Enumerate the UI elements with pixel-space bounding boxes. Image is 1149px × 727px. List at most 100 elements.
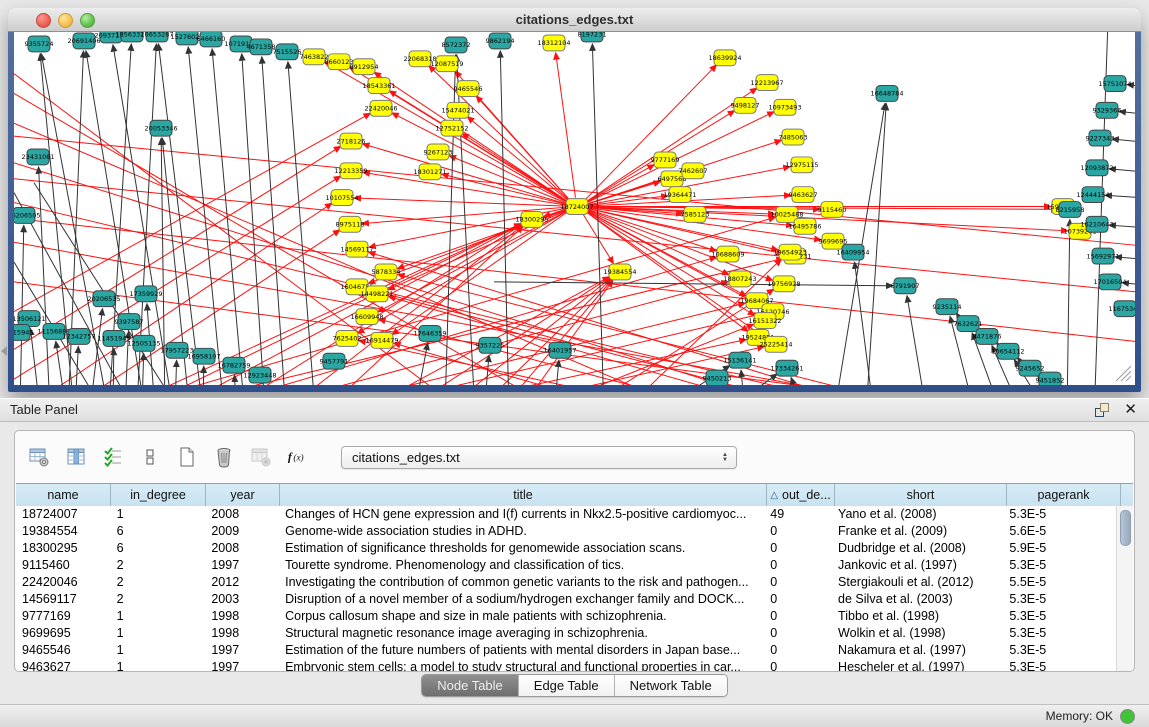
graph-node[interactable]: 12444154	[1076, 187, 1109, 203]
table-cell[interactable]: Investigating the contribution of common…	[279, 574, 764, 591]
table-cell[interactable]: 5.3E-5	[1003, 557, 1117, 574]
table-cell[interactable]: Changes of HCN gene expression and I(f) …	[279, 506, 764, 523]
graph-node[interactable]: 9235114	[933, 299, 962, 315]
table-cell[interactable]: 1997	[205, 642, 279, 659]
graph-node[interactable]: 9267123	[424, 144, 453, 160]
column-visibility-icon[interactable]	[64, 445, 88, 469]
scrollbar-thumb[interactable]	[1120, 510, 1131, 546]
function-builder-icon[interactable]: f(x)	[286, 445, 310, 469]
table-cell[interactable]: 1	[111, 659, 206, 671]
memory-status-indicator[interactable]	[1120, 709, 1135, 724]
close-panel-icon[interactable]: ✕	[1124, 400, 1137, 418]
graph-node[interactable]: 17334261	[770, 360, 803, 376]
collapse-panel-handle[interactable]	[1, 346, 7, 356]
table-cell[interactable]: Embryonic stem cells: a model to study s…	[279, 659, 764, 671]
table-cell[interactable]: 2009	[205, 523, 279, 540]
table-row[interactable]: 1872400712008Changes of HCN gene express…	[16, 506, 1117, 523]
graph-node[interactable]: 9498127	[731, 97, 760, 113]
graph-node[interactable]: 10688609	[711, 246, 744, 262]
window-titlebar[interactable]: citations_edges.txt	[8, 8, 1141, 32]
table-cell[interactable]: 18724007	[16, 506, 111, 523]
graph-node[interactable]: 9397587	[115, 314, 144, 330]
table-cell[interactable]: 2012	[205, 574, 279, 591]
table-row[interactable]: 977716911998Corpus callosum shape and si…	[16, 608, 1117, 625]
table-cell[interactable]: Disruption of a novel member of a sodium…	[279, 591, 764, 608]
table-row[interactable]: 1830029562008Estimation of significance …	[16, 540, 1117, 557]
table-cell[interactable]: 9465546	[16, 642, 111, 659]
table-cell[interactable]: 9699695	[16, 625, 111, 642]
table-row[interactable]: 1938455462009Genome-wide association stu…	[16, 523, 1117, 540]
graph-node[interactable]: 7515526	[273, 44, 302, 60]
table-cell[interactable]: 2	[111, 591, 206, 608]
table-cell[interactable]: 1997	[205, 557, 279, 574]
graph-node[interactable]: 11451945	[97, 330, 130, 346]
graph-node[interactable]: 15692971	[1086, 248, 1119, 264]
column-header-name[interactable]: name	[16, 484, 111, 506]
graph-node[interactable]: 6791907	[891, 278, 920, 294]
table-cell[interactable]: 0	[764, 523, 832, 540]
table-row[interactable]: 1456911722003Disruption of a novel membe…	[16, 591, 1117, 608]
graph-node[interactable]: 9329366	[1093, 102, 1122, 118]
graph-node[interactable]: 9451852	[1036, 372, 1065, 385]
graph-node[interactable]: 7625402	[333, 330, 362, 346]
column-header-out_de[interactable]: △out_de...	[767, 484, 835, 506]
table-cell[interactable]: 49	[764, 506, 832, 523]
table-cell[interactable]: 0	[764, 591, 832, 608]
tab-network-table[interactable]: Network Table	[615, 675, 727, 696]
column-header-in_degree[interactable]: in_degree	[111, 484, 206, 506]
table-cell[interactable]: 5.3E-5	[1003, 506, 1117, 523]
float-panel-icon[interactable]	[1095, 403, 1109, 417]
delete-table-icon[interactable]	[249, 445, 273, 469]
graph-node[interactable]: 11675341	[1108, 301, 1135, 317]
graph-node[interactable]: 9777169	[651, 152, 680, 168]
table-cell[interactable]: 0	[764, 540, 832, 557]
table-cell[interactable]: 1997	[205, 659, 279, 671]
graph-node[interactable]: 8471876	[973, 328, 1002, 344]
table-cell[interactable]: Structural magnetic resonance image aver…	[279, 625, 764, 642]
network-canvas[interactable]: 1872400718300295193845547463822866012389…	[14, 32, 1135, 385]
graph-node[interactable]: 7485063	[779, 129, 808, 145]
table-row[interactable]: 2242004622012Investigating the contribut…	[16, 574, 1117, 591]
graph-node[interactable]: 12093872	[1080, 160, 1113, 176]
table-cell[interactable]: 1	[111, 608, 206, 625]
create-column-icon[interactable]	[175, 445, 199, 469]
graph-node[interactable]: 12213967	[750, 75, 783, 91]
table-cell[interactable]: 1998	[205, 608, 279, 625]
table-cell[interactable]: Stergiakouli et al. (2012)	[832, 574, 1003, 591]
graph-node[interactable]: 9227343	[1086, 130, 1115, 146]
delete-columns-icon[interactable]	[212, 445, 236, 469]
table-cell[interactable]: 18300295	[16, 540, 111, 557]
graph-node[interactable]: 12505135	[127, 335, 160, 351]
table-cell[interactable]: 2008	[205, 540, 279, 557]
graph-node[interactable]: 6466160	[197, 32, 226, 47]
graph-node[interactable]: 10973493	[768, 99, 801, 115]
table-cell[interactable]: 5.3E-5	[1003, 642, 1117, 659]
graph-node[interactable]: 12975115	[785, 157, 818, 173]
table-cell[interactable]: 5.9E-5	[1003, 540, 1117, 557]
table-row[interactable]: 911546021997Tourette syndrome. Phenomeno…	[16, 557, 1117, 574]
graph-node[interactable]: 9457791	[320, 353, 349, 369]
select-attributes-icon[interactable]	[101, 445, 125, 469]
table-cell[interactable]: Yano et al. (2008)	[832, 506, 1003, 523]
graph-node[interactable]: 9357225	[476, 337, 505, 353]
table-cell[interactable]: 5.5E-5	[1003, 574, 1117, 591]
graph-node[interactable]: 9450213	[703, 370, 732, 385]
table-scrollbar[interactable]	[1116, 506, 1133, 671]
table-cell[interactable]: 0	[764, 574, 832, 591]
graph-node[interactable]: 7585123	[681, 207, 710, 223]
column-header-short[interactable]: short	[835, 484, 1007, 506]
table-cell[interactable]: Tibbo et al. (1998)	[832, 608, 1003, 625]
table-cell[interactable]: Genome-wide association studies in ADHD.	[279, 523, 764, 540]
column-header-year[interactable]: year	[206, 484, 280, 506]
graph-node[interactable]: 8912954	[350, 59, 379, 75]
table-cell[interactable]: Estimation of significance thresholds fo…	[279, 540, 764, 557]
tab-node-table[interactable]: Node Table	[422, 675, 519, 696]
graph-node[interactable]: 9463627	[789, 187, 818, 203]
table-row[interactable]: 969969511998Structural magnetic resonanc…	[16, 625, 1117, 642]
table-cell[interactable]: 0	[764, 659, 832, 671]
table-cell[interactable]: 1	[111, 642, 206, 659]
table-cell[interactable]: Tourette syndrome. Phenomenology and cla…	[279, 557, 764, 574]
table-cell[interactable]: 2	[111, 557, 206, 574]
graph-node[interactable]: 16648784	[870, 86, 903, 102]
table-cell[interactable]: Dudbridge et al. (2008)	[832, 540, 1003, 557]
